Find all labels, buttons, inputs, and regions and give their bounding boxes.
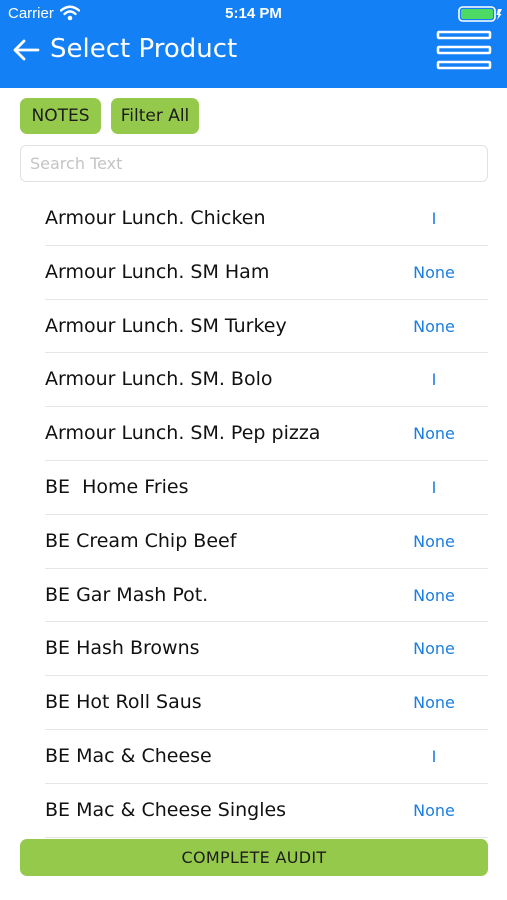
- search-input[interactable]: [20, 145, 488, 182]
- status-bar: Carrier 5:14 PM: [0, 0, 507, 28]
- notes-button[interactable]: NOTES: [20, 98, 101, 134]
- list-item[interactable]: Armour Lunch. SM. Bolo I: [45, 353, 488, 408]
- product-name: Armour Lunch. Chicken: [45, 207, 266, 229]
- list-item[interactable]: Armour Lunch. Chicken I: [45, 192, 488, 246]
- list-item[interactable]: Armour Lunch. SM Ham None: [45, 246, 488, 300]
- list-item[interactable]: BE Gar Mash Pot. None: [45, 569, 488, 623]
- product-value[interactable]: None: [405, 263, 463, 282]
- product-name: Armour Lunch. SM. Pep pizza: [45, 422, 321, 445]
- complete-audit-button[interactable]: COMPLETE AUDIT: [20, 839, 488, 876]
- list-item[interactable]: BE Hot Roll Saus None: [45, 676, 488, 730]
- product-name: Armour Lunch. SM Turkey: [45, 314, 287, 337]
- product-value[interactable]: None: [405, 801, 463, 820]
- product-list: Armour Lunch. Chicken I Armour Lunch. SM…: [45, 192, 488, 838]
- list-item[interactable]: Armour Lunch. SM Turkey None: [45, 300, 488, 354]
- product-value[interactable]: None: [405, 424, 463, 443]
- list-item[interactable]: BE Mac & Cheese Singles None: [45, 784, 488, 838]
- battery-icon: [458, 6, 502, 22]
- product-value[interactable]: I: [405, 370, 463, 389]
- product-value[interactable]: None: [405, 317, 463, 336]
- filter-all-button[interactable]: Filter All: [111, 98, 199, 134]
- product-name: Armour Lunch. SM Ham: [45, 260, 270, 283]
- product-name: BE Hash Browns: [45, 637, 200, 660]
- product-value[interactable]: None: [405, 693, 463, 712]
- product-value[interactable]: I: [405, 478, 463, 497]
- list-item[interactable]: Armour Lunch. SM. Pep pizza None: [45, 407, 488, 461]
- page-title: Select Product: [50, 34, 238, 64]
- product-value[interactable]: I: [405, 209, 463, 228]
- app-header: Carrier 5:14 PM Select Product: [0, 0, 507, 88]
- product-name: BE Hot Roll Saus: [45, 691, 202, 714]
- product-name: Armour Lunch. SM. Bolo: [45, 368, 273, 391]
- product-name: BE Mac & Cheese Singles: [45, 798, 287, 821]
- product-value[interactable]: I: [405, 747, 463, 766]
- product-value[interactable]: None: [405, 586, 463, 605]
- hamburger-menu-icon[interactable]: [436, 30, 492, 70]
- product-value[interactable]: None: [405, 639, 463, 658]
- product-name: BE Cream Chip Beef: [45, 529, 237, 552]
- product-value[interactable]: None: [405, 532, 463, 551]
- list-item[interactable]: BE Home Fries I: [45, 461, 488, 515]
- product-name: BE Home Fries: [45, 475, 189, 498]
- arrow-left-icon[interactable]: [12, 37, 40, 63]
- product-name: BE Mac & Cheese: [45, 744, 212, 767]
- product-name: BE Gar Mash Pot.: [45, 583, 209, 606]
- status-time: 5:14 PM: [225, 5, 282, 22]
- list-item[interactable]: BE Mac & Cheese I: [45, 730, 488, 784]
- list-item[interactable]: BE Hash Browns None: [45, 622, 488, 677]
- list-item[interactable]: BE Cream Chip Beef None: [45, 515, 488, 569]
